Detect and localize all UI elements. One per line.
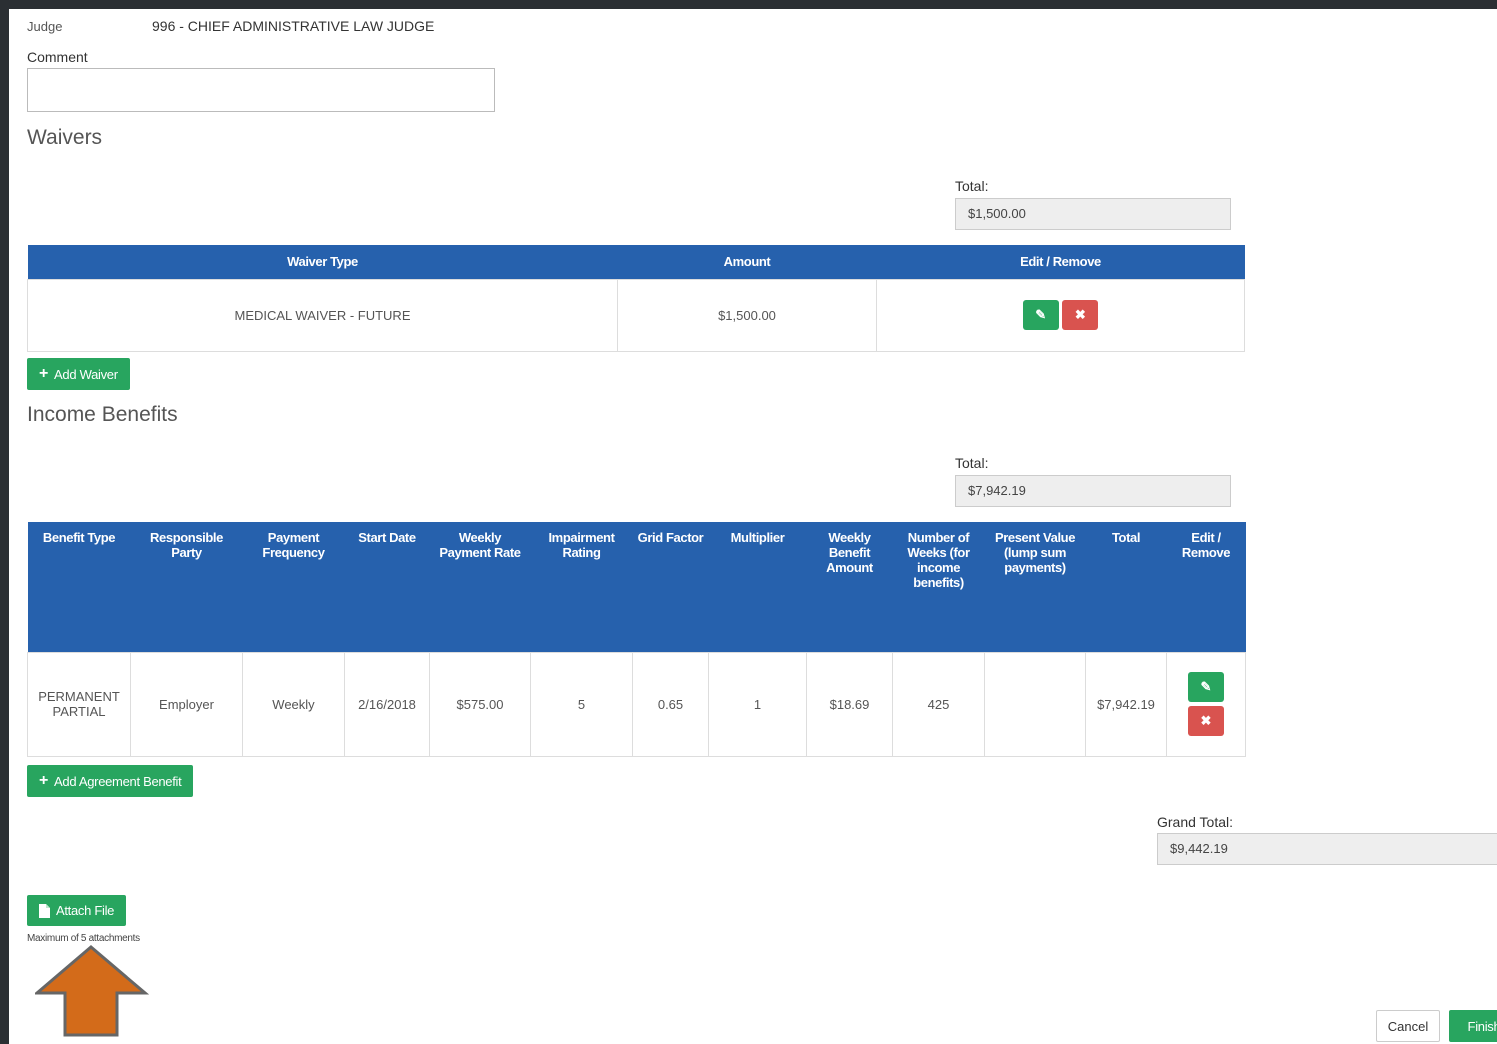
file-icon: [39, 903, 50, 918]
cancel-button[interactable]: Cancel: [1376, 1010, 1440, 1042]
grand-total-label: Grand Total:: [1157, 814, 1234, 830]
remove-waiver-button[interactable]: ✖: [1062, 300, 1099, 330]
income-total-field: $7,942.19: [955, 475, 1231, 507]
waiver-actions-cell: ✎ ✖: [876, 278, 1245, 352]
total-header: Total: [1085, 522, 1167, 652]
impairment-rating-cell: 5: [530, 651, 633, 757]
waiver-actions-header: Edit / Remove: [876, 245, 1245, 279]
responsible-party-header: Responsible Party: [130, 522, 243, 652]
finish-button[interactable]: Finish: [1449, 1010, 1497, 1042]
waivers-title: Waivers: [27, 126, 103, 149]
multiplier-header: Multiplier: [708, 522, 807, 652]
pencil-icon: ✎: [1035, 307, 1047, 322]
grand-total-field: $9,442.19: [1157, 833, 1497, 865]
comment-label: Comment: [27, 49, 88, 65]
weekly-benefit-amount-cell: $18.69: [806, 651, 893, 757]
table-row: MEDICAL WAIVER - FUTURE $1,500.00 ✎ ✖: [27, 278, 1245, 352]
income-benefits-table: Benefit Type Responsible Party Payment F…: [27, 522, 1246, 757]
weekly-payment-rate-cell: $575.00: [429, 651, 531, 757]
start-date-header: Start Date: [344, 522, 430, 652]
judge-value: 996 - CHIEF ADMINISTRATIVE LAW JUDGE: [152, 18, 435, 34]
attach-file-button[interactable]: Attach File: [27, 895, 127, 926]
responsible-party-cell: Employer: [130, 651, 243, 757]
benefit-type-header: Benefit Type: [27, 522, 131, 652]
plus-icon: +: [39, 772, 49, 789]
add-waiver-button[interactable]: + Add Waiver: [27, 358, 130, 390]
impairment-rating-header: Impairment Rating: [530, 522, 633, 652]
present-value-header: Present Value (lump sum payments): [984, 522, 1086, 652]
edit-benefit-button[interactable]: ✎: [1188, 672, 1224, 702]
number-of-weeks-header: Number of Weeks (for income benefits): [892, 522, 985, 652]
weekly-payment-rate-header: Weekly Payment Rate: [429, 522, 531, 652]
close-icon: ✖: [1200, 713, 1212, 728]
judge-label: Judge: [27, 19, 63, 34]
weekly-benefit-amount-header: Weekly Benefit Amount: [806, 522, 893, 652]
add-agreement-benefit-button[interactable]: + Add Agreement Benefit: [27, 765, 194, 797]
up-arrow-icon: [35, 945, 149, 1037]
settlement-form: Judge 996 - CHIEF ADMINISTRATIVE LAW JUD…: [9, 9, 1497, 1044]
grid-factor-header: Grid Factor: [632, 522, 709, 652]
total-cell: $7,942.19: [1085, 651, 1167, 757]
waivers-total-field: $1,500.00: [955, 198, 1231, 230]
remove-benefit-button[interactable]: ✖: [1188, 706, 1224, 736]
start-date-cell: 2/16/2018: [344, 651, 430, 757]
close-icon: ✖: [1074, 307, 1086, 322]
benefit-type-cell: PERMANENT PARTIAL: [27, 651, 131, 757]
payment-frequency-header: Payment Frequency: [242, 522, 345, 652]
grid-factor-cell: 0.65: [632, 651, 709, 757]
pencil-icon: ✎: [1200, 679, 1212, 694]
waivers-total-label: Total:: [955, 178, 989, 194]
income-benefits-title: Income Benefits: [27, 403, 178, 426]
income-total-label: Total:: [955, 455, 989, 471]
attachments-note: Maximum of 5 attachments: [27, 933, 140, 944]
attach-file-label: Attach File: [56, 903, 115, 918]
waiver-type-cell: MEDICAL WAIVER - FUTURE: [27, 278, 618, 352]
present-value-cell: [984, 651, 1086, 757]
table-row: PERMANENT PARTIAL Employer Weekly 2/16/2…: [27, 651, 1246, 757]
payment-frequency-cell: Weekly: [242, 651, 345, 757]
number-of-weeks-cell: 425: [892, 651, 985, 757]
waiver-amount-header: Amount: [617, 245, 877, 279]
waiver-type-header: Waiver Type: [27, 245, 618, 279]
waivers-table: Waiver Type Amount Edit / Remove MEDICAL…: [27, 245, 1245, 352]
edit-remove-header: Edit / Remove: [1166, 522, 1246, 652]
add-waiver-label: Add Waiver: [54, 366, 118, 382]
waiver-amount-cell: $1,500.00: [617, 278, 877, 352]
multiplier-cell: 1: [708, 651, 807, 757]
edit-remove-cell: ✎ ✖: [1166, 651, 1246, 757]
add-agreement-benefit-label: Add Agreement Benefit: [54, 773, 182, 789]
edit-waiver-button[interactable]: ✎: [1022, 300, 1059, 330]
comment-field[interactable]: [27, 68, 495, 112]
plus-icon: +: [39, 365, 49, 382]
